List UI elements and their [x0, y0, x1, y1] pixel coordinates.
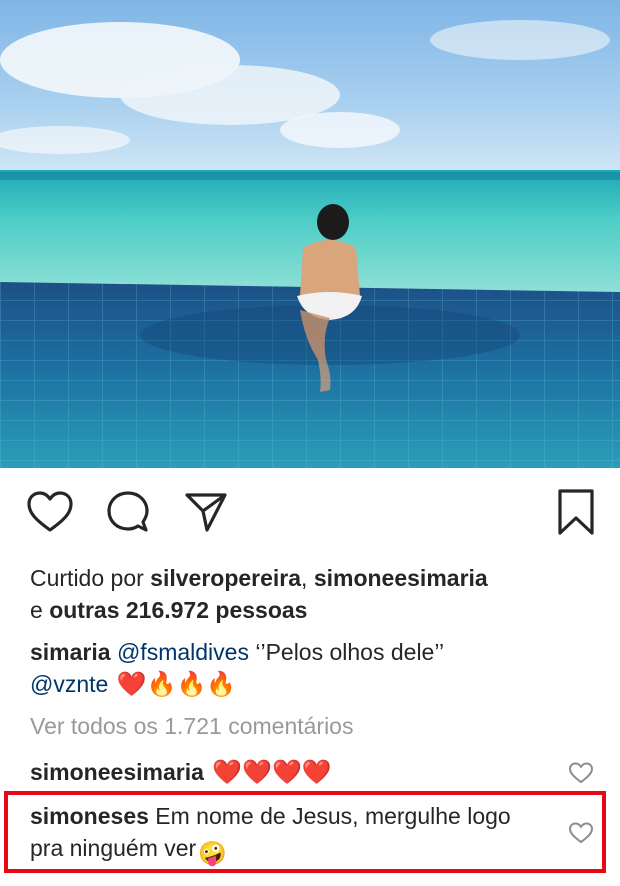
likes-separator: ,	[301, 565, 308, 591]
likes-others-link[interactable]: outras 216.972 pessoas	[49, 597, 307, 623]
likes-prefix: Curtido por	[30, 565, 144, 591]
comment-item: simoneesimaria ❤️❤️❤️❤️	[30, 756, 550, 789]
comment-username[interactable]: simoneesimaria	[30, 759, 204, 785]
likes-conjunction: e	[30, 597, 43, 623]
caption-mention[interactable]: @fsmaldives	[117, 639, 249, 665]
heart-outline-icon	[27, 491, 73, 532]
save-button[interactable]	[550, 486, 602, 538]
comment-text: ❤️❤️❤️❤️	[212, 759, 332, 786]
post-image	[0, 0, 620, 468]
post-photo[interactable]	[0, 0, 620, 468]
like-button[interactable]	[24, 486, 76, 538]
comment-like-button[interactable]	[567, 759, 595, 787]
comment-button[interactable]	[102, 486, 154, 538]
view-all-comments-link[interactable]: Ver todos os 1.721 comentários	[30, 710, 353, 742]
small-heart-icon	[568, 762, 594, 784]
caption-mention[interactable]: @vznte	[30, 671, 108, 697]
post-actions	[0, 486, 620, 542]
caption-emojis: ❤️🔥🔥🔥	[116, 671, 237, 698]
post-caption: simaria @fsmaldives ‘’Pelos olhos dele’’…	[30, 636, 600, 701]
paper-plane-icon	[185, 493, 227, 532]
share-button[interactable]	[180, 486, 232, 538]
highlight-frame	[4, 791, 606, 873]
likes-summary: Curtido por silveropereira, simoneesimar…	[30, 562, 600, 626]
liked-by-user-link[interactable]: silveropereira	[150, 565, 301, 591]
caption-username[interactable]: simaria	[30, 639, 111, 665]
liked-by-user-link[interactable]: simoneesimaria	[314, 565, 488, 591]
speech-bubble-icon	[107, 491, 149, 532]
caption-text: ‘’Pelos olhos dele’’	[255, 639, 445, 665]
bookmark-icon	[558, 489, 594, 535]
